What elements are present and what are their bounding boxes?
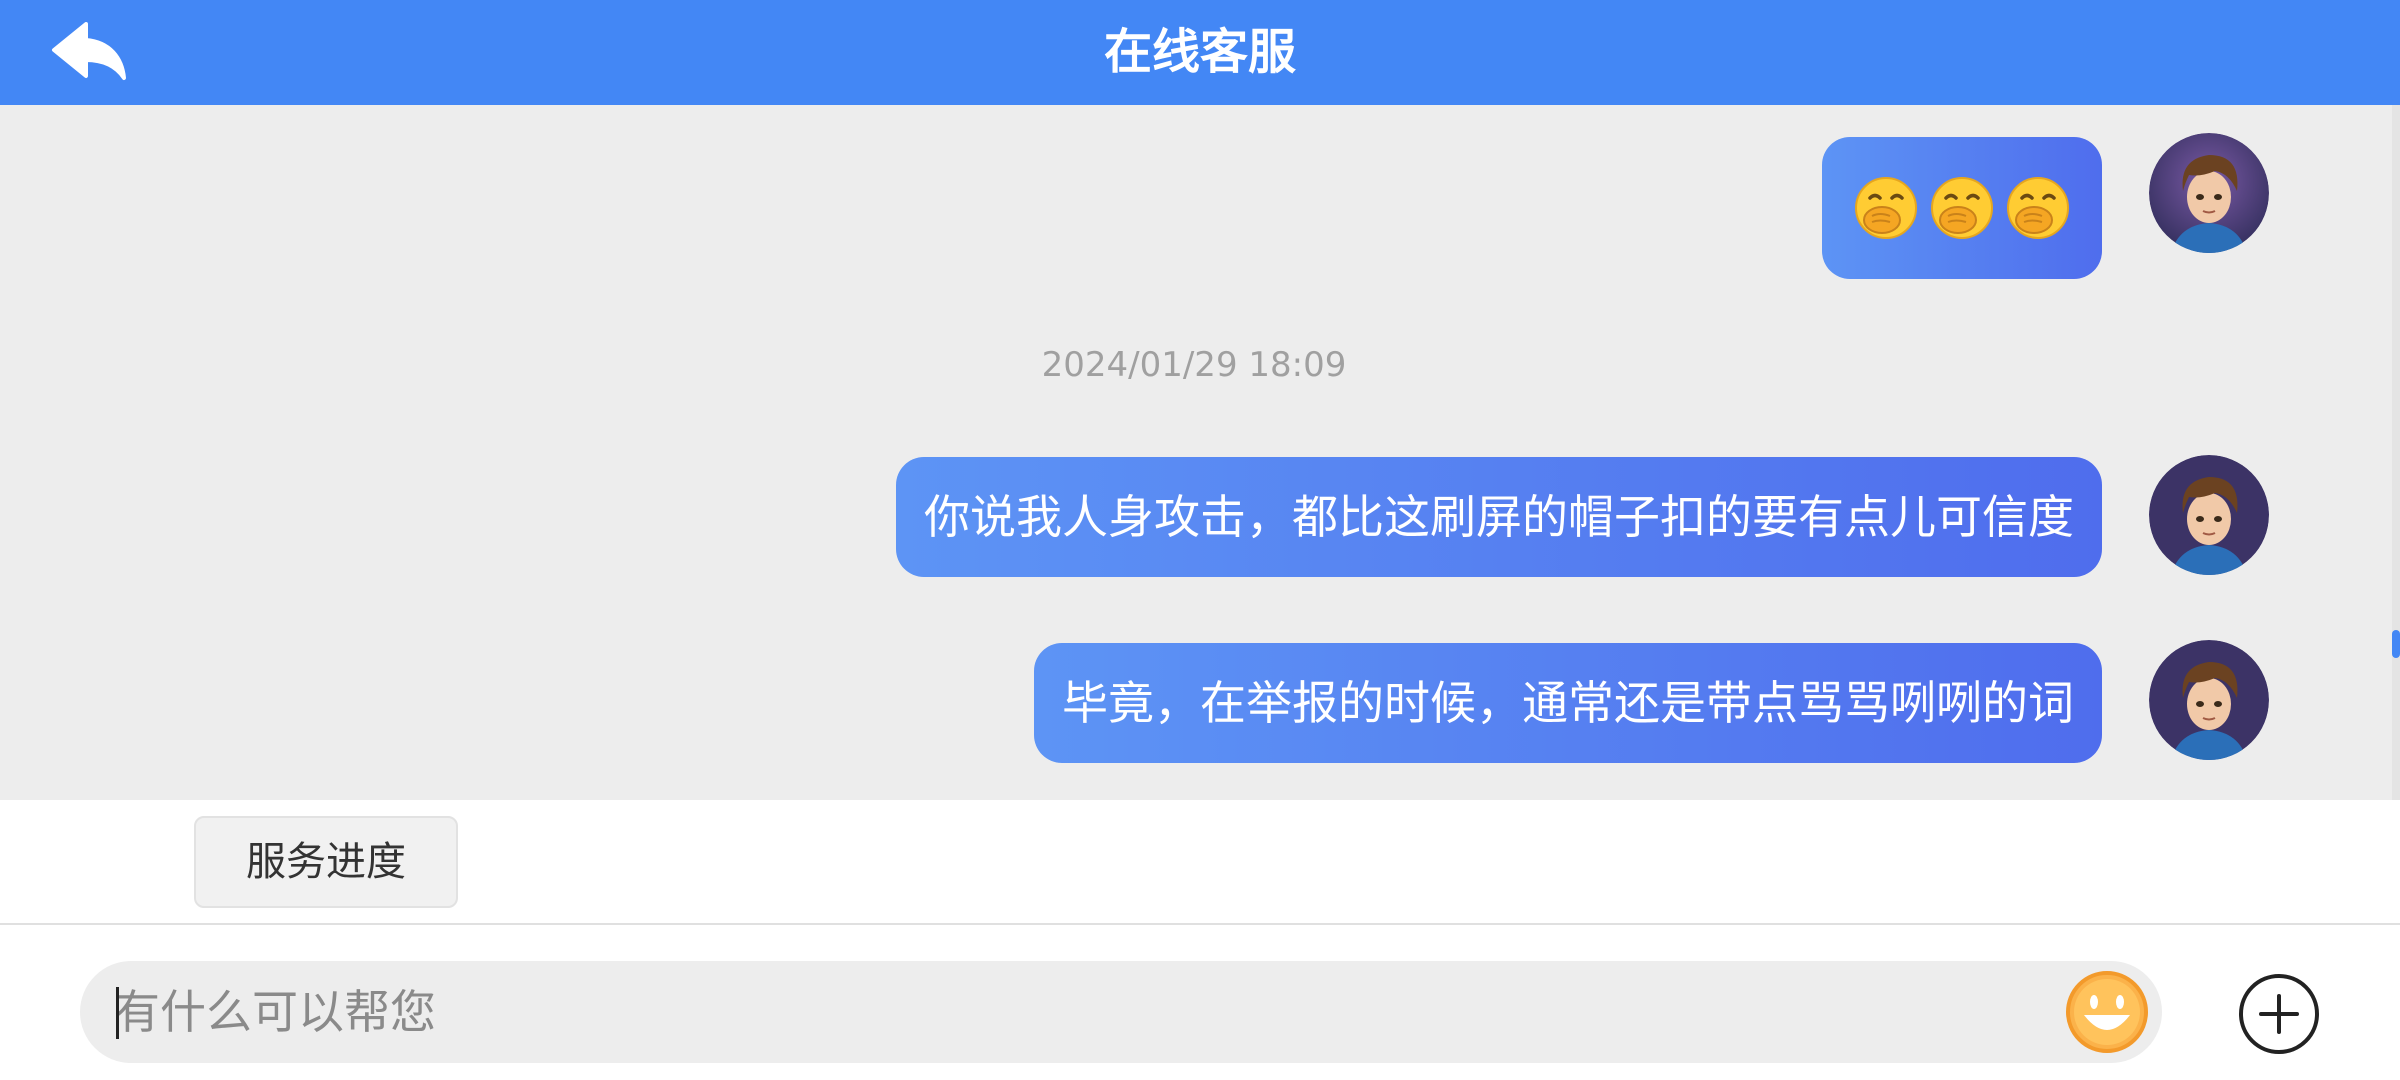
message-input[interactable] (114, 961, 2034, 1063)
quick-action-bar: 服务进度 (0, 800, 2400, 925)
message-timestamp: 2024/01/29 18:09 (1041, 345, 1347, 385)
avatar-icon (2149, 640, 2269, 760)
chat-message-list[interactable]: 2024/01/29 18:09 你说我人身攻击，都比这刷屏的帽子扣的要有点儿可… (0, 105, 2400, 800)
page-title: 在线客服 (1103, 24, 1296, 80)
chat-scrollbar[interactable] (2392, 105, 2400, 800)
user-avatar[interactable] (2149, 133, 2269, 253)
hand-over-mouth-emoji-icon (1855, 177, 1917, 239)
user-avatar[interactable] (2149, 640, 2269, 760)
message-input-bar (0, 925, 2400, 1080)
more-options-button[interactable] (2236, 971, 2322, 1057)
message-bubble-emoji[interactable] (1822, 137, 2102, 279)
service-progress-button[interactable]: 服务进度 (194, 816, 458, 908)
message-input-container[interactable] (80, 961, 2162, 1063)
avatar-icon (2149, 455, 2269, 575)
user-avatar[interactable] (2149, 455, 2269, 575)
header-bar: 在线客服 (0, 0, 2400, 105)
message-bubble-text[interactable]: 毕竟，在举报的时候，通常还是带点骂骂咧咧的词 (1034, 643, 2102, 763)
emoji-button[interactable] (2064, 969, 2150, 1055)
chat-scrollbar-thumb[interactable] (2392, 630, 2400, 658)
smiley-face-icon (2066, 971, 2148, 1053)
hand-over-mouth-emoji-icon (1931, 177, 1993, 239)
message-bubble-text[interactable]: 你说我人身攻击，都比这刷屏的帽子扣的要有点儿可信度 (896, 457, 2102, 577)
avatar-icon (2149, 133, 2269, 253)
text-caret (116, 987, 119, 1039)
plus-circle-icon (2239, 974, 2319, 1054)
hand-over-mouth-emoji-icon (2007, 177, 2069, 239)
